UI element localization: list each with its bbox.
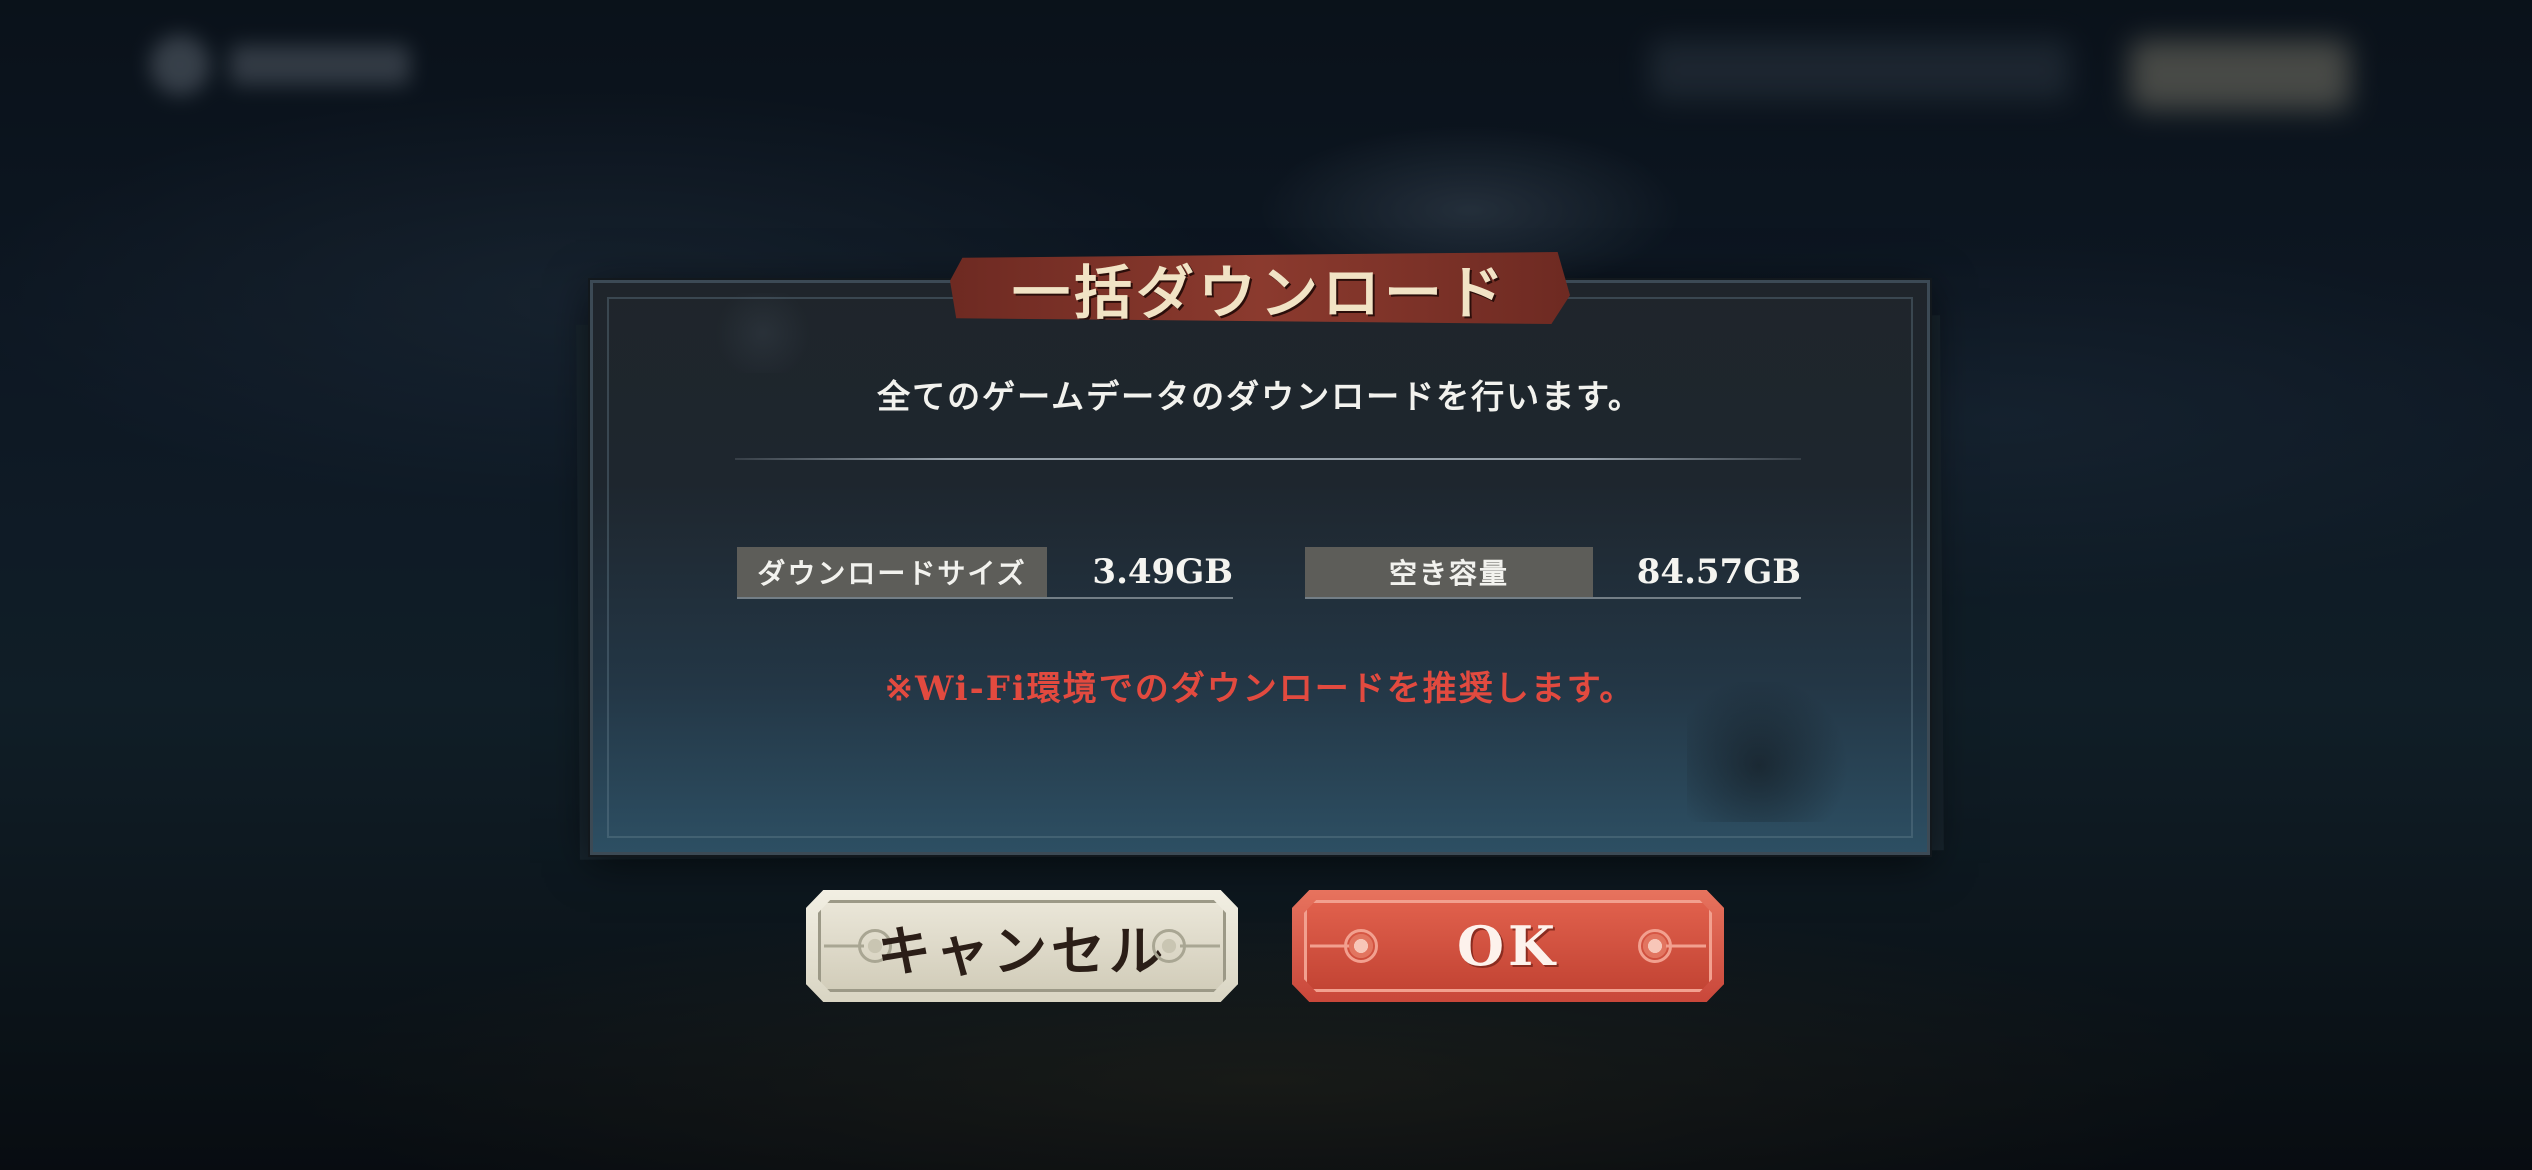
- wifi-warning: ※Wi-Fi環境でのダウンロードを推奨します。: [884, 669, 1636, 709]
- download-size-row: ダウンロードサイズ 3.49GB: [737, 547, 1233, 599]
- ok-button[interactable]: OK: [1292, 890, 1724, 1002]
- cancel-button[interactable]: キャンセル: [806, 890, 1238, 1002]
- bulk-download-dialog: 全てのゲームデータのダウンロードを行います。 ダウンロードサイズ 3.49GB …: [576, 252, 1944, 860]
- download-size-value: 3.49GB: [1092, 552, 1233, 592]
- ornament-line: [1666, 944, 1706, 948]
- title-ribbon: 一括ダウンロード: [950, 252, 1570, 324]
- ornament-line: [1180, 944, 1220, 948]
- ink-splatter-decoration: [703, 293, 823, 373]
- dialog-title: 一括ダウンロード: [1011, 259, 1508, 327]
- dialog-message: 全てのゲームデータのダウンロードを行います。: [877, 377, 1643, 416]
- ink-splatter-decoration: [1687, 682, 1867, 822]
- cancel-button-label: キャンセル: [877, 918, 1167, 983]
- dialog-frame: 全てのゲームデータのダウンロードを行います。 ダウンロードサイズ 3.49GB …: [590, 280, 1930, 855]
- ornament-circle-icon: [1344, 929, 1378, 963]
- free-space-row: 空き容量 84.57GB: [1305, 547, 1801, 599]
- divider: [735, 458, 1801, 460]
- ok-button-label: OK: [1457, 914, 1559, 978]
- download-size-label: ダウンロードサイズ: [737, 547, 1047, 597]
- free-space-label: 空き容量: [1305, 547, 1593, 597]
- free-space-value: 84.57GB: [1636, 552, 1801, 592]
- game-screen: 全てのゲームデータのダウンロードを行います。 ダウンロードサイズ 3.49GB …: [0, 0, 2532, 1170]
